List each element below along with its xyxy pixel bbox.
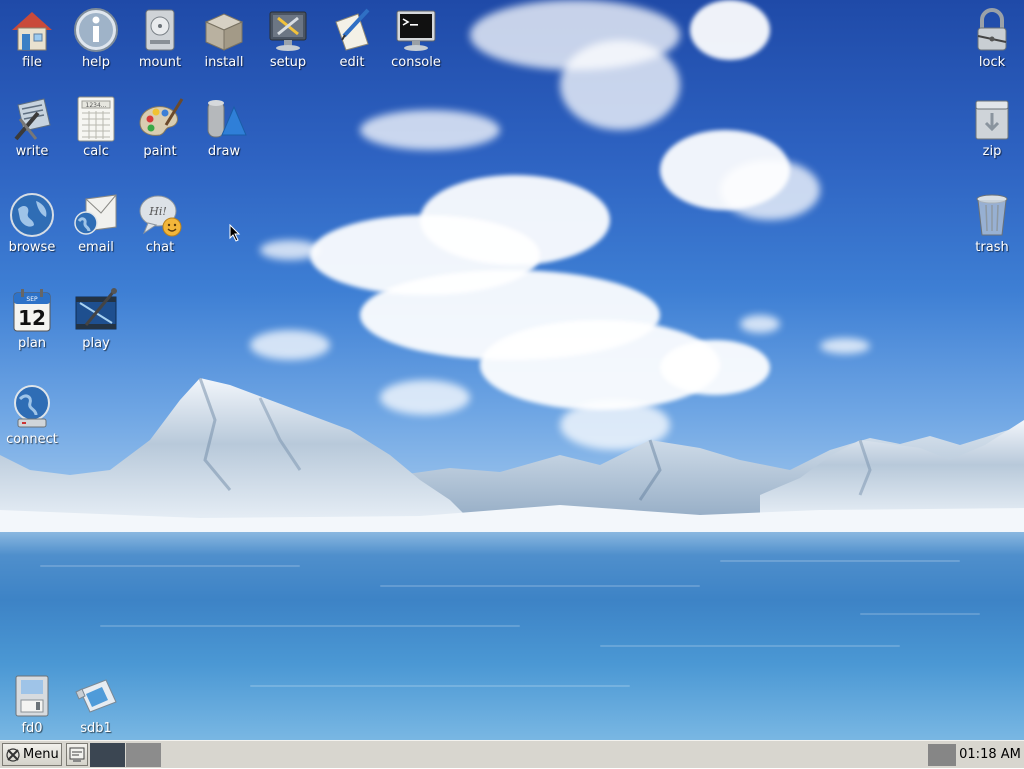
desktop-icon-plan[interactable]: SEP 12 plan <box>0 287 64 351</box>
workspace-2[interactable] <box>126 743 161 767</box>
icon-label: plan <box>17 336 47 351</box>
desktop-icon-paint[interactable]: paint <box>128 95 192 159</box>
shapes-icon <box>207 100 247 138</box>
desktop-icon-connect[interactable]: connect <box>0 383 64 447</box>
monitor-tools-icon <box>269 11 307 51</box>
icon-label: draw <box>207 144 241 159</box>
icon-label: browse <box>8 240 56 255</box>
desktop[interactable]: file help mount install setup edit conso… <box>0 0 1024 740</box>
palette-icon <box>139 98 184 136</box>
desktop-icon-help[interactable]: help <box>64 6 128 70</box>
calendar-month: SEP <box>26 296 38 303</box>
desktop-icon-edit[interactable]: edit <box>320 6 384 70</box>
desktop-icon-play[interactable]: play <box>64 287 128 351</box>
home-folder-icon <box>12 12 52 51</box>
quicklaunch-terminal-button[interactable] <box>66 743 88 766</box>
desktop-icon-calc[interactable]: 1234... calc <box>64 95 128 159</box>
desktop-icon-lock[interactable]: lock <box>960 6 1024 70</box>
workspace-1[interactable] <box>90 743 125 767</box>
desktop-icon-sdb1[interactable]: sdb1 <box>64 672 128 736</box>
chat-icon-text: Hi! <box>148 205 167 218</box>
media-player-icon <box>75 288 117 330</box>
icon-label: mount <box>138 55 182 70</box>
desktop-icon-write[interactable]: write <box>0 95 64 159</box>
desktop-icon-install[interactable]: install <box>192 6 256 70</box>
info-icon <box>74 8 118 52</box>
icon-label: play <box>82 336 110 351</box>
chat-bubble-icon: Hi! <box>139 195 182 237</box>
word-processor-icon <box>14 98 51 141</box>
icon-label: email <box>78 240 114 255</box>
icon-label: setup <box>269 55 307 70</box>
icon-label: console <box>391 55 441 70</box>
desktop-icon-browse[interactable]: browse <box>0 191 64 255</box>
hard-drive-icon <box>145 9 175 51</box>
icon-label: trash <box>975 240 1009 255</box>
menu-button[interactable]: Menu <box>2 743 62 766</box>
floppy-disk-icon <box>15 675 49 717</box>
desktop-icon-zip[interactable]: zip <box>960 95 1024 159</box>
envelope-globe-icon <box>74 194 117 235</box>
taskbar-clock[interactable]: 01:18 AM <box>958 744 1022 766</box>
globe-icon <box>10 193 54 237</box>
icon-label: zip <box>982 144 1002 159</box>
icon-label: install <box>204 55 244 70</box>
icon-label: paint <box>143 144 177 159</box>
start-menu-icon <box>6 747 20 762</box>
package-box-icon <box>204 13 244 51</box>
calendar-day: 12 <box>18 306 46 330</box>
desktop-icon-console[interactable]: console <box>384 6 448 70</box>
icon-label: help <box>81 55 111 70</box>
archive-box-icon <box>975 100 1009 140</box>
calc-icon-digits: 1234... <box>86 102 107 109</box>
taskbar: Menu 01:18 AM <box>0 740 1024 768</box>
desktop-icon-chat[interactable]: Hi! chat <box>128 191 192 255</box>
system-tray-indicator[interactable] <box>928 744 956 766</box>
terminal-launcher-icon <box>69 747 85 762</box>
desktop-icon-setup[interactable]: setup <box>256 6 320 70</box>
usb-drive-icon <box>75 679 117 713</box>
desktop-icon-fd0[interactable]: fd0 <box>0 672 64 736</box>
terminal-icon <box>396 10 436 51</box>
desktop-icon-email[interactable]: email <box>64 191 128 255</box>
padlock-icon <box>977 8 1007 51</box>
calendar-icon: SEP 12 <box>13 289 51 332</box>
menu-label: Menu <box>23 747 59 762</box>
text-editor-icon <box>335 8 370 51</box>
icon-label: lock <box>978 55 1006 70</box>
wallpaper-lake <box>0 525 1024 740</box>
desktop-icon-trash[interactable]: trash <box>960 191 1024 255</box>
icon-label: connect <box>6 432 58 447</box>
wallpaper-mountains <box>0 377 1024 532</box>
mouse-pointer-icon <box>229 224 241 242</box>
trash-can-icon <box>976 194 1008 236</box>
network-globe-icon <box>14 385 50 428</box>
desktop-icon-file[interactable]: file <box>0 6 64 70</box>
icon-label: calc <box>83 144 109 159</box>
desktop-icon-mount[interactable]: mount <box>128 6 192 70</box>
icon-label: sdb1 <box>80 721 112 736</box>
icon-label: chat <box>145 240 175 255</box>
icon-label: file <box>22 55 42 70</box>
icon-label: edit <box>339 55 365 70</box>
desktop-icon-draw[interactable]: draw <box>192 95 256 159</box>
icon-label: fd0 <box>21 721 43 736</box>
spreadsheet-icon: 1234... <box>77 96 115 142</box>
icon-label: write <box>15 144 49 159</box>
